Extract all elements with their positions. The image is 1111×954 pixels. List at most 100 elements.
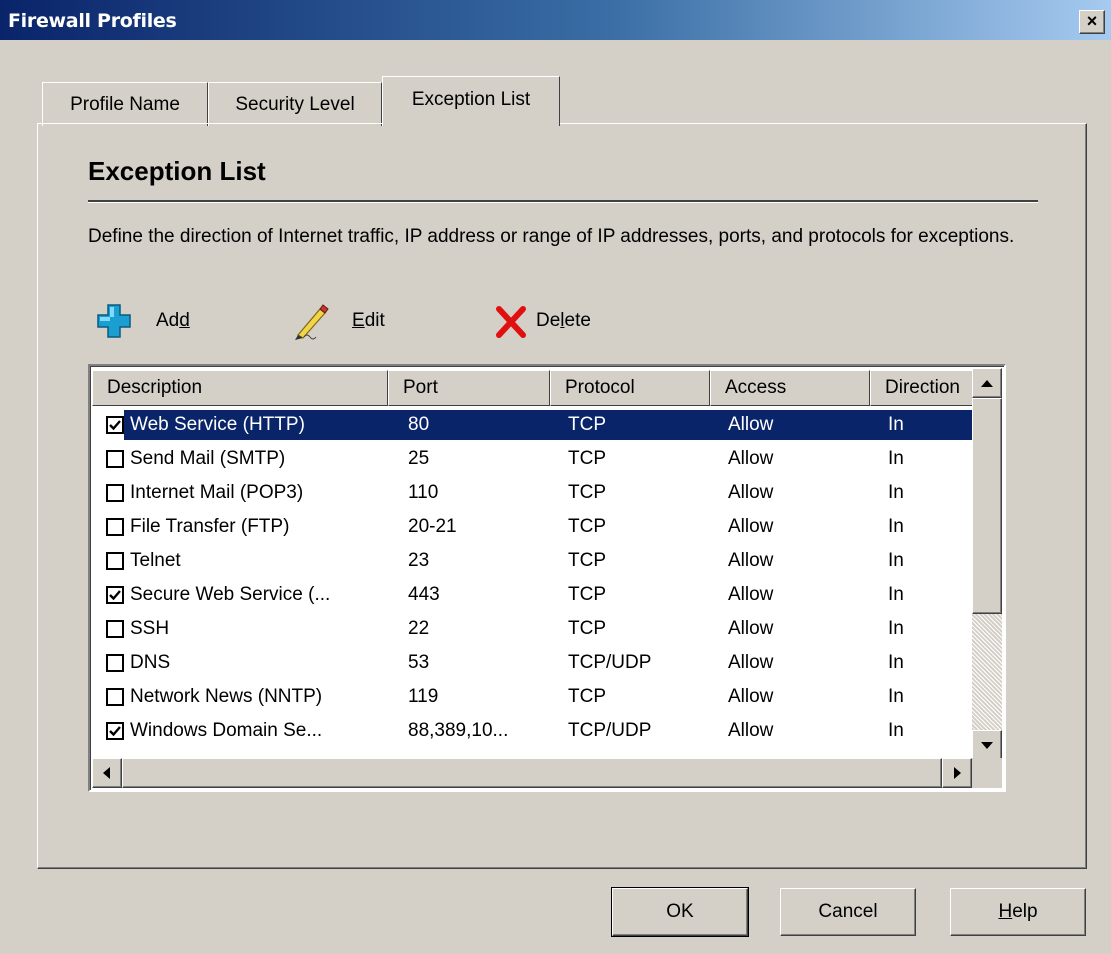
tab-label: Profile Name (70, 94, 180, 115)
row-checkbox[interactable] (106, 518, 124, 536)
cell-protocol: TCP/UDP (568, 720, 652, 741)
table-row[interactable]: Internet Mail (POP3) 110 TCP Allow In (94, 476, 1002, 510)
horizontal-scrollbar[interactable] (92, 758, 972, 788)
checkmark-icon (109, 726, 121, 737)
heading-divider (88, 200, 1038, 203)
window-title: Firewall Profiles (8, 10, 177, 32)
checkmark-icon (109, 590, 121, 601)
column-header-description[interactable]: Description (92, 370, 388, 406)
tab-label: Security Level (235, 94, 355, 115)
scrollbar-corner (972, 758, 1002, 788)
cell-protocol: TCP (568, 618, 606, 639)
cell-port: 53 (408, 652, 430, 673)
cell-access: Allow (728, 686, 774, 707)
cancel-button[interactable]: Cancel (780, 888, 916, 936)
row-checkbox[interactable] (106, 688, 124, 706)
delete-label: Delete (536, 310, 591, 331)
delete-x-icon (494, 301, 528, 341)
table-row[interactable]: Telnet 23 TCP Allow In (94, 544, 1002, 578)
edit-button[interactable]: Edit (290, 300, 385, 342)
row-checkbox[interactable] (106, 416, 124, 434)
cell-direction: In (888, 414, 904, 435)
vertical-scroll-thumb[interactable] (972, 398, 1002, 614)
cell-access: Allow (728, 516, 774, 537)
table-row[interactable]: Secure Web Service (... 443 TCP Allow In (94, 578, 1002, 612)
table-row[interactable]: Windows Domain Se... 88,389,10... TCP/UDP A… (94, 714, 1002, 748)
cell-access: Allow (728, 652, 774, 673)
arrow-right-icon (954, 767, 961, 779)
cell-description: Telnet (130, 550, 181, 571)
cell-port: 20-21 (408, 516, 457, 537)
row-checkbox[interactable] (106, 552, 124, 570)
scroll-down-button[interactable] (972, 730, 1002, 760)
cell-protocol: TCP (568, 448, 606, 469)
cell-direction: In (888, 618, 904, 639)
cell-protocol: TCP (568, 482, 606, 503)
tab-security-level[interactable]: Security Level (208, 82, 382, 126)
cell-port: 88,389,10... (408, 720, 509, 741)
row-checkbox[interactable] (106, 722, 124, 740)
add-label: Add (156, 310, 190, 331)
column-header-access[interactable]: Access (710, 370, 870, 406)
scroll-up-button[interactable] (972, 368, 1002, 398)
cell-direction: In (888, 448, 904, 469)
cell-protocol: TCP/UDP (568, 652, 652, 673)
section-heading: Exception List (88, 156, 266, 186)
row-checkbox[interactable] (106, 450, 124, 468)
add-button[interactable]: Add (94, 300, 190, 342)
cell-access: Allow (728, 550, 774, 571)
cell-description: Network News (NNTP) (130, 686, 323, 707)
arrow-down-icon (981, 742, 993, 749)
table-row[interactable]: Web Service (HTTP) 80 TCP Allow In (94, 408, 1002, 442)
table-row[interactable]: File Transfer (FTP) 20-21 TCP Allow In (94, 510, 1002, 544)
row-checkbox[interactable] (106, 620, 124, 638)
edit-label: Edit (352, 310, 385, 331)
row-checkbox[interactable] (106, 484, 124, 502)
scroll-left-button[interactable] (92, 758, 122, 788)
exception-list-view[interactable]: Description Port Protocol Access Directi… (88, 364, 1006, 792)
tab-profile-name[interactable]: Profile Name (42, 82, 208, 126)
add-icon (94, 301, 134, 341)
scroll-right-button[interactable] (942, 758, 972, 788)
column-header-direction[interactable]: Direction (870, 370, 980, 406)
vertical-scrollbar[interactable] (972, 368, 1002, 760)
cell-direction: In (888, 652, 904, 673)
cell-protocol: TCP (568, 686, 606, 707)
cell-port: 443 (408, 584, 440, 605)
cell-direction: In (888, 482, 904, 503)
tab-exception-list[interactable]: Exception List (382, 76, 560, 126)
cell-protocol: TCP (568, 584, 606, 605)
cell-description: Web Service (HTTP) (130, 414, 305, 435)
table-row[interactable]: SSH 22 TCP Allow In (94, 612, 1002, 646)
arrow-left-icon (103, 767, 110, 779)
close-button[interactable]: × (1079, 10, 1105, 34)
cell-direction: In (888, 584, 904, 605)
column-header-protocol[interactable]: Protocol (550, 370, 710, 406)
cell-description: Secure Web Service (... (130, 584, 331, 605)
cell-direction: In (888, 550, 904, 571)
ok-button[interactable]: OK (611, 887, 749, 937)
row-checkbox[interactable] (106, 586, 124, 604)
row-checkbox[interactable] (106, 654, 124, 672)
table-row[interactable]: DNS 53 TCP/UDP Allow In (94, 646, 1002, 680)
section-description: Define the direction of Internet traffic… (88, 226, 1015, 247)
column-header-port[interactable]: Port (388, 370, 550, 406)
cell-description: Internet Mail (POP3) (130, 482, 304, 503)
help-button[interactable]: Help (950, 888, 1086, 936)
cell-protocol: TCP (568, 414, 606, 435)
table-row[interactable]: Network News (NNTP) 119 TCP Allow In (94, 680, 1002, 714)
pencil-icon (290, 301, 330, 341)
cell-direction: In (888, 720, 904, 741)
cell-direction: In (888, 516, 904, 537)
cell-description: DNS (130, 652, 171, 673)
table-row[interactable]: Send Mail (SMTP) 25 TCP Allow In (94, 442, 1002, 476)
cell-description: Send Mail (SMTP) (130, 448, 286, 469)
cell-protocol: TCP (568, 550, 606, 571)
cell-access: Allow (728, 414, 774, 435)
horizontal-scroll-thumb[interactable] (122, 758, 942, 788)
cell-access: Allow (728, 448, 774, 469)
cell-port: 110 (408, 482, 439, 503)
cell-direction: In (888, 686, 904, 707)
delete-button[interactable]: Delete (494, 300, 591, 342)
cell-port: 23 (408, 550, 430, 571)
